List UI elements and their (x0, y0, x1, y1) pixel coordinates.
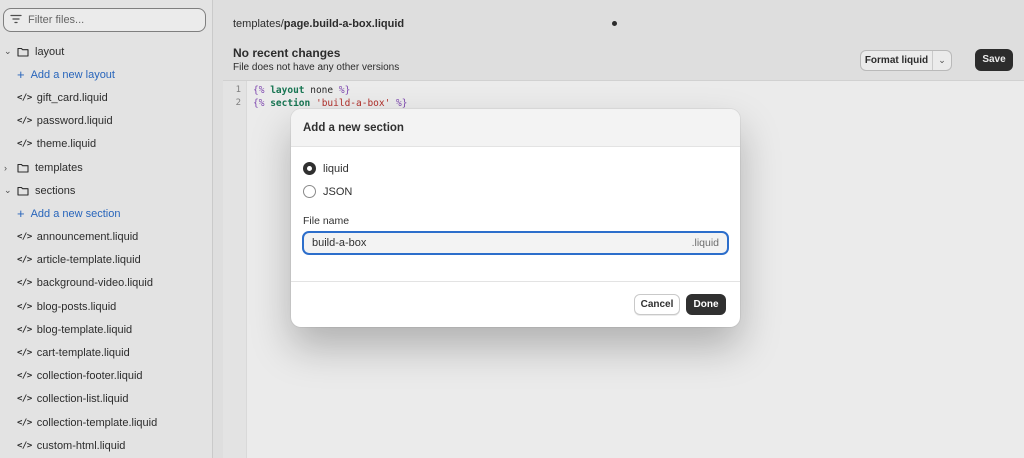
option-json[interactable]: JSON (303, 185, 352, 198)
radio-liquid[interactable] (303, 162, 316, 175)
file-name-input[interactable]: build-a-box .liquid (302, 231, 729, 255)
dialog-footer: Cancel Done (291, 281, 740, 327)
done-button[interactable]: Done (686, 294, 726, 315)
file-suffix: .liquid (691, 237, 719, 249)
cancel-button[interactable]: Cancel (634, 294, 680, 315)
option-liquid-label: liquid (323, 162, 349, 175)
option-liquid[interactable]: liquid (303, 162, 349, 175)
dialog-title: Add a new section (291, 109, 740, 147)
file-name-value: build-a-box (312, 237, 367, 249)
add-section-dialog: Add a new section liquid JSON File name … (291, 109, 740, 327)
option-json-label: JSON (323, 185, 353, 198)
file-name-label: File name (303, 215, 350, 227)
radio-json[interactable] (303, 185, 316, 198)
